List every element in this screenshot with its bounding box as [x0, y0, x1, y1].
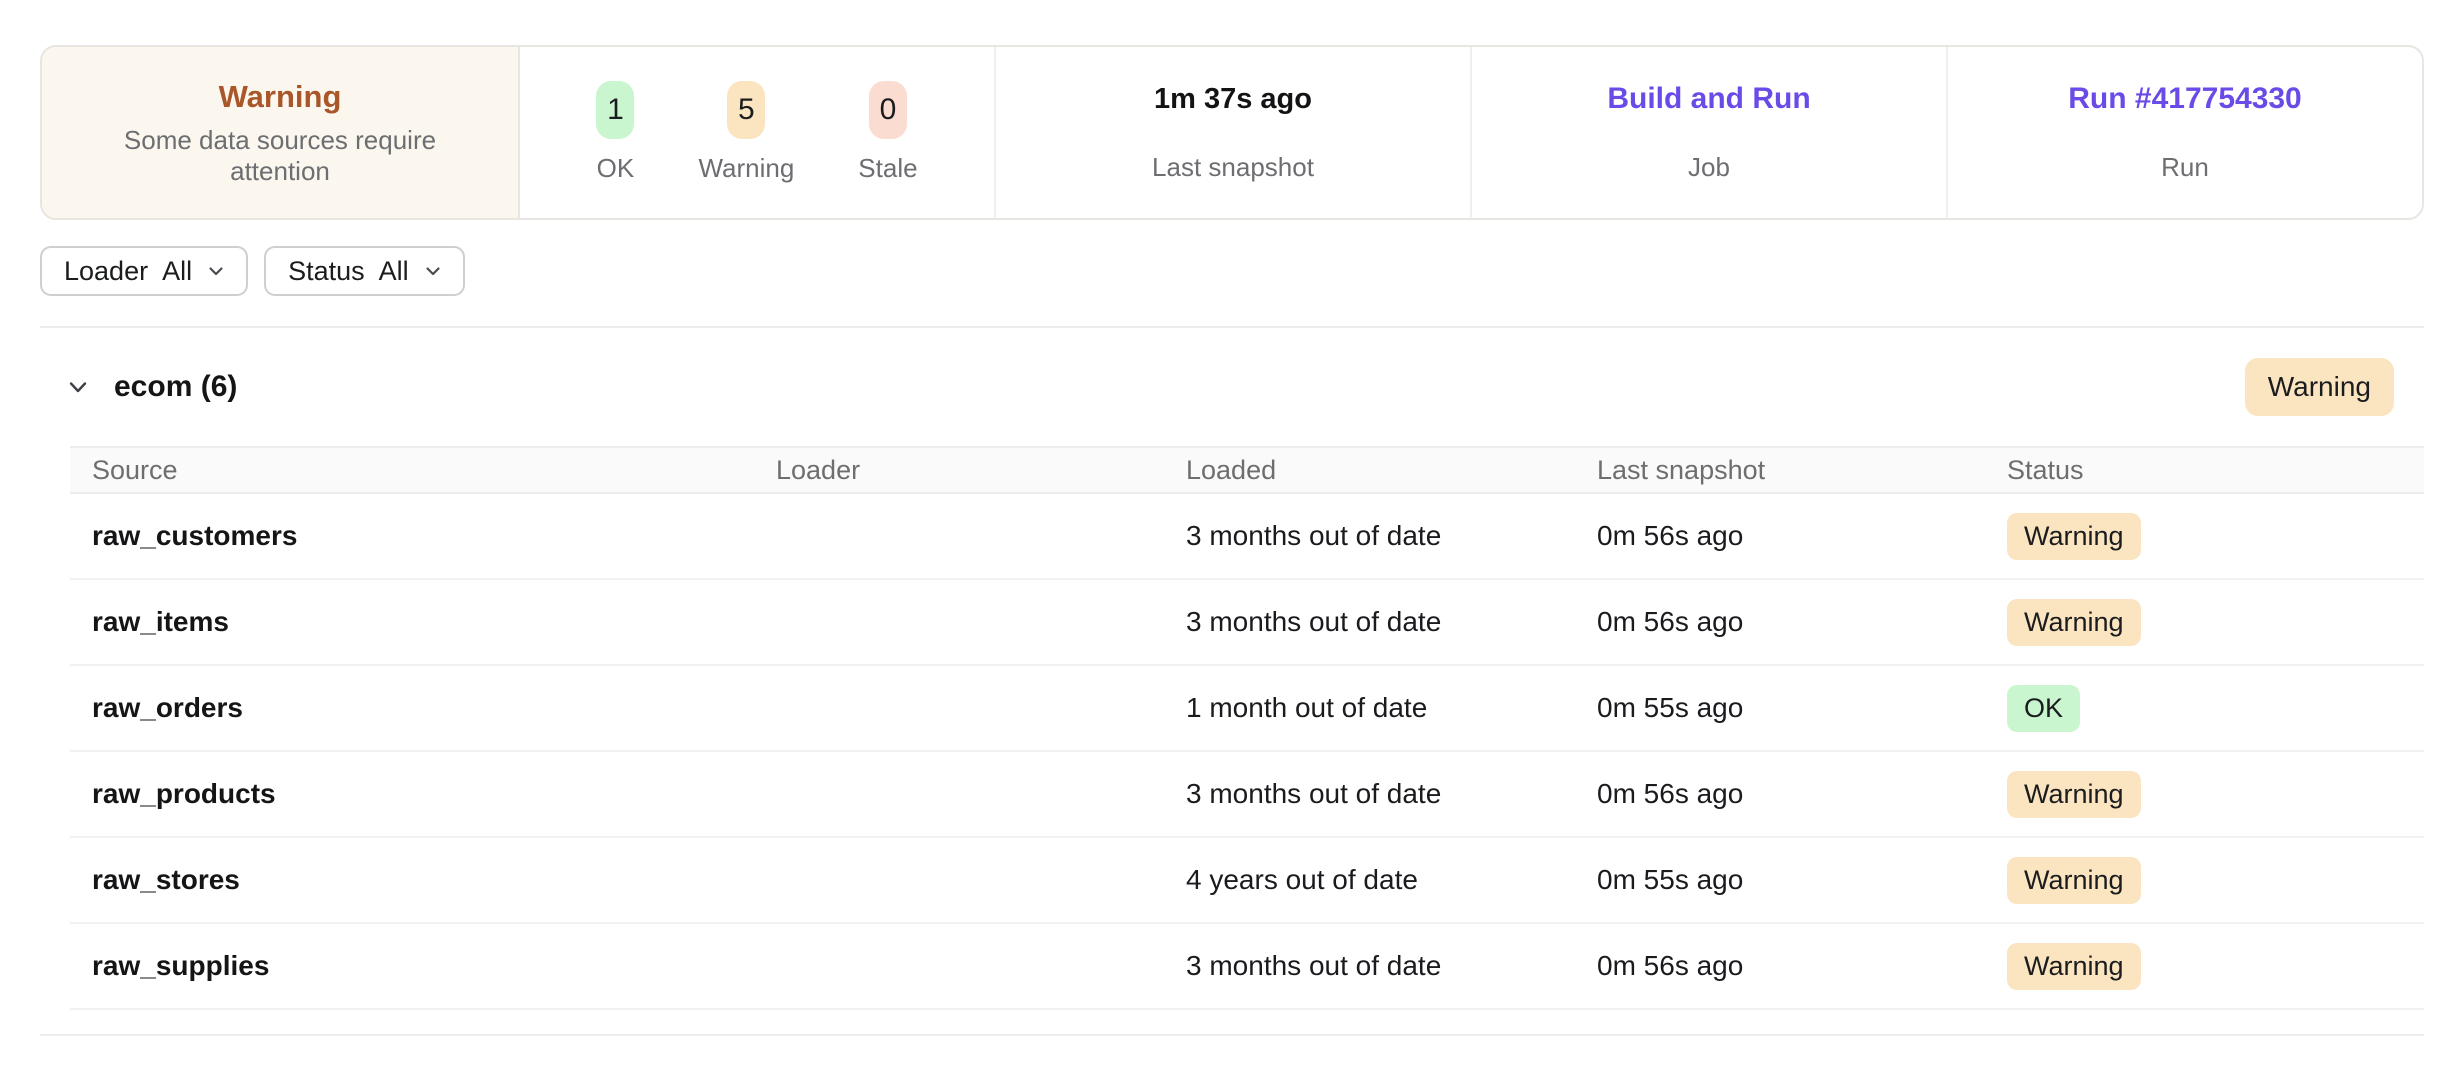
group-header-ecom[interactable]: ecom (6) Warning — [40, 328, 2424, 446]
ok-count-pill: 1 — [596, 81, 634, 139]
source-name: raw_stores — [70, 864, 754, 896]
last-snapshot-cell: 0m 56s ago — [1575, 520, 1985, 552]
source-name: raw_orders — [70, 692, 754, 724]
last-snapshot-cell: 0m 55s ago — [1575, 864, 1985, 896]
chevron-down-icon — [423, 261, 443, 281]
count-ok: 1 OK — [596, 81, 634, 184]
source-name: raw_products — [70, 778, 754, 810]
table-header-row: Source Loader Loaded Last snapshot Statu… — [70, 446, 2424, 494]
column-header-status: Status — [1985, 455, 2424, 486]
loader-filter-label: Loader — [64, 256, 148, 287]
run-link[interactable]: Run #417754330 — [2068, 82, 2302, 116]
warning-count-pill: 5 — [727, 81, 765, 139]
table-row: raw_customers 3 months out of date 0m 56… — [70, 494, 2424, 580]
status-filter-dropdown[interactable]: Status All — [264, 246, 465, 296]
group-status-badge: Warning — [2245, 358, 2394, 416]
summary-bar: Warning Some data sources require attent… — [40, 45, 2424, 220]
warning-count-label: Warning — [698, 153, 794, 184]
next-section-divider — [40, 1034, 2424, 1036]
status-filter-value: All — [379, 256, 409, 287]
last-snapshot-cell: 0m 56s ago — [1575, 778, 1985, 810]
run-label: Run — [2161, 152, 2209, 183]
table-row: raw_items 3 months out of date 0m 56s ag… — [70, 580, 2424, 666]
loaded-cell: 3 months out of date — [1164, 520, 1575, 552]
chevron-down-icon[interactable] — [64, 373, 92, 401]
count-stale: 0 Stale — [858, 81, 917, 184]
table-row: raw_supplies 3 months out of date 0m 56s… — [70, 924, 2424, 1010]
count-warning: 5 Warning — [698, 81, 794, 184]
status-badge: Warning — [2007, 599, 2141, 646]
group-title: ecom (6) — [114, 370, 237, 404]
loaded-cell: 4 years out of date — [1164, 864, 1575, 896]
last-snapshot-cell: 0m 56s ago — [1575, 606, 1985, 638]
last-snapshot-card: 1m 37s ago Last snapshot — [996, 47, 1472, 218]
table-row: raw_stores 4 years out of date 0m 55s ag… — [70, 838, 2424, 924]
loader-filter-dropdown[interactable]: Loader All — [40, 246, 248, 296]
source-name: raw_customers — [70, 520, 754, 552]
status-badge: Warning — [2007, 513, 2141, 560]
last-snapshot-cell: 0m 55s ago — [1575, 692, 1985, 724]
source-name: raw_supplies — [70, 950, 754, 982]
loaded-cell: 3 months out of date — [1164, 778, 1575, 810]
status-badge: Warning — [2007, 857, 2141, 904]
status-badge: Warning — [2007, 943, 2141, 990]
job-label: Job — [1688, 152, 1730, 183]
filters-bar: Loader All Status All — [40, 246, 2424, 328]
stale-count-label: Stale — [858, 153, 917, 184]
last-snapshot-value: 1m 37s ago — [1154, 83, 1312, 116]
status-badge: OK — [2007, 685, 2080, 732]
sources-table: Source Loader Loaded Last snapshot Statu… — [70, 446, 2424, 1010]
run-card: Run #417754330 Run — [1948, 47, 2422, 218]
source-name: raw_items — [70, 606, 754, 638]
page: Warning Some data sources require attent… — [0, 45, 2464, 1036]
column-header-source: Source — [70, 455, 754, 486]
column-header-loaded: Loaded — [1164, 455, 1575, 486]
loaded-cell: 1 month out of date — [1164, 692, 1575, 724]
loader-filter-value: All — [162, 256, 192, 287]
loaded-cell: 3 months out of date — [1164, 950, 1575, 982]
ok-count-label: OK — [597, 153, 635, 184]
column-header-loader: Loader — [754, 455, 1164, 486]
column-header-last-snapshot: Last snapshot — [1575, 455, 1985, 486]
status-counts-card: 1 OK 5 Warning 0 Stale — [520, 47, 996, 218]
table-row: raw_orders 1 month out of date 0m 55s ag… — [70, 666, 2424, 752]
last-snapshot-label: Last snapshot — [1152, 152, 1314, 183]
job-card: Build and Run Job — [1472, 47, 1948, 218]
status-summary-subtitle: Some data sources require attention — [105, 125, 455, 187]
job-link[interactable]: Build and Run — [1607, 82, 1810, 116]
status-summary-title: Warning — [219, 79, 342, 115]
chevron-down-icon — [206, 261, 226, 281]
table-row: raw_products 3 months out of date 0m 56s… — [70, 752, 2424, 838]
loaded-cell: 3 months out of date — [1164, 606, 1575, 638]
last-snapshot-cell: 0m 56s ago — [1575, 950, 1985, 982]
stale-count-pill: 0 — [869, 81, 907, 139]
status-badge: Warning — [2007, 771, 2141, 818]
status-filter-label: Status — [288, 256, 365, 287]
status-summary-card: Warning Some data sources require attent… — [42, 47, 520, 218]
